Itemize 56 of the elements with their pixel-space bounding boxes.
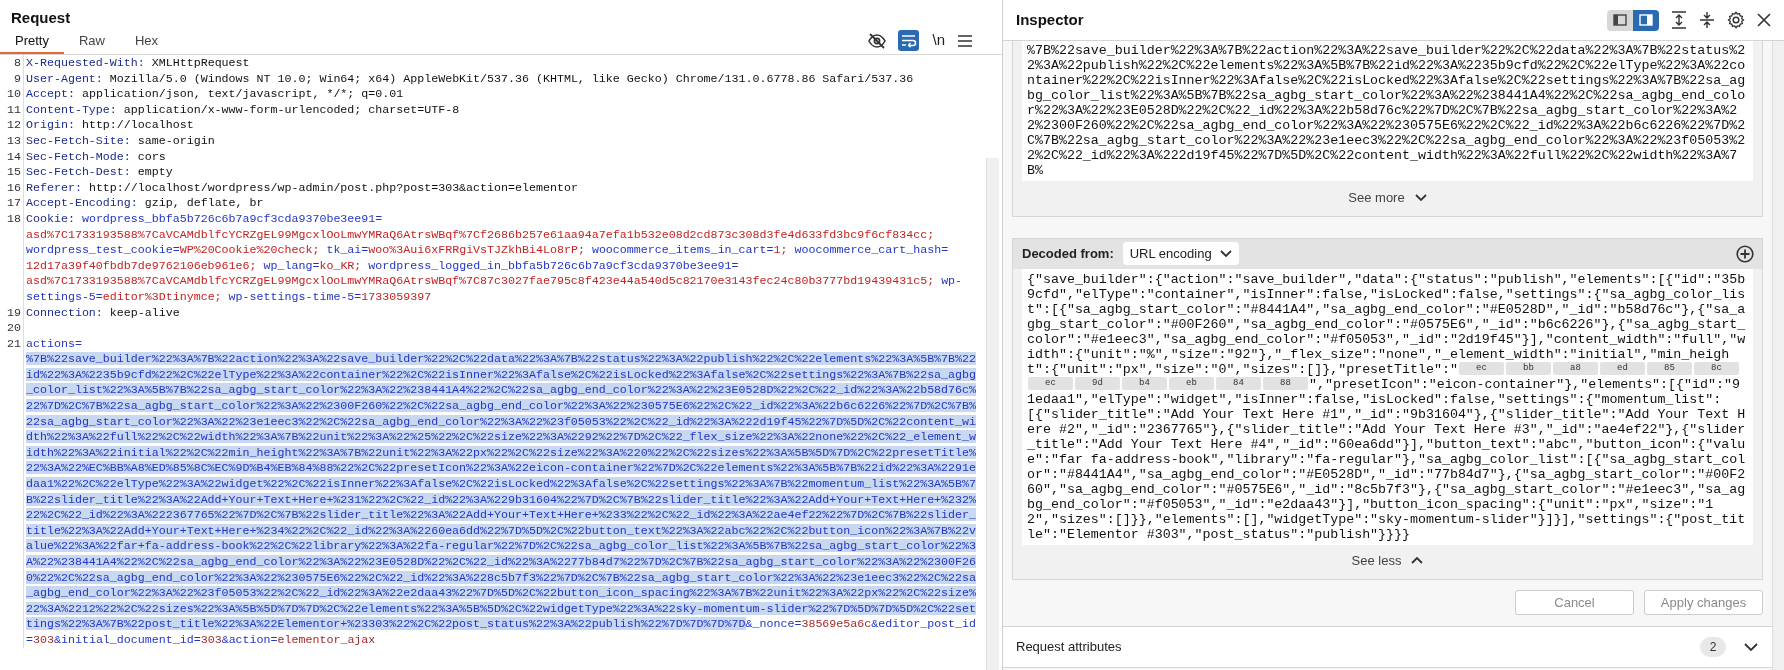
panel-layout-icon	[1613, 14, 1627, 26]
chevron-up-icon	[1411, 556, 1424, 565]
see-more-button[interactable]: See more	[1348, 188, 1427, 208]
code-line: X-Requested-With: XMLHttpRequest	[25, 55, 251, 71]
panel-title: Inspector	[1016, 9, 1084, 30]
code-line: Content-Type: application/x-www-form-urlencoded; charset=UTF-8	[25, 101, 461, 118]
menu-icon[interactable]	[958, 34, 972, 47]
line-number: 15	[7, 165, 21, 179]
layout-toggle[interactable]	[1633, 9, 1659, 31]
line-number: 19	[7, 305, 21, 319]
tab[interactable]: Raw	[63, 30, 120, 54]
layout-toggle[interactable]	[1607, 9, 1633, 31]
close-icon[interactable]	[1757, 13, 1771, 27]
newline-toggle[interactable]: \n	[930, 29, 947, 52]
settings-icon[interactable]	[1727, 11, 1745, 29]
line-number: 8	[14, 56, 21, 69]
line-number: 16	[7, 180, 21, 194]
eye-slash-icon[interactable]	[867, 30, 888, 51]
add-icon[interactable]	[1736, 244, 1754, 263]
code-line: Sec-Fetch-Site: same-origin	[25, 132, 216, 149]
tab[interactable]: Pretty	[0, 30, 64, 54]
line-number: 13	[7, 133, 21, 147]
code-line: Origin: http://localhost	[25, 117, 195, 133]
section-label: Decoded from:	[1022, 244, 1114, 263]
code-line: Sec-Fetch-Dest: empty	[25, 164, 174, 180]
encoded-text: %7B%22save_builder%22%3A%7B%22action%22%3A%22save_builder%22%2C%22data%22%3A%7B%22status%22%3A%22publish%22%2C%22elements%22%3A%5B%7B%22id%22%3A%2235b9cfd%22%2C%22elType%22%3A%22container%22%2C%22isInner%22%3Afalse%2C%22isLocked%22%3Afalse%2C%22settings%22%3A%7B%22sa_agbg_color_list%22%3A%5B%7B%22sa_agbg_start_color%22%3A%22%238441A4%22%2C%22sa_agbg_end_color%22%3A%22%23E0528D%22%2C%22_id%22%3A%22b58d76c%22%7D%2C%7B%22sa_agbg_start_color%22%3A%22%2300F260%22%2C%22sa_agbg_end_color%22%3A%22%230575E6%22%2C%22_id%22%3A%22b6c6226%22%7D%2C%7B%22sa_agbg_start_color%22%3A%22%23e1eec3%22%2C%22sa_agbg_end_color%22%3A%22%23f05053%22%2C%22_id%22%3A%222d19f45%22%7D%5D%2C%22content_width%22%3A%22full%22%2C%22width%22%3A%7B%	[1027, 43, 1747, 178]
chevron-down-icon	[1219, 249, 1232, 258]
line-number: 20	[7, 321, 21, 335]
panel-layout-icon	[1639, 14, 1653, 26]
line-number: 9	[14, 71, 21, 85]
line-number: 12	[7, 118, 21, 132]
code-line: Connection: keep-alive	[25, 304, 181, 321]
panel-title: Request	[10, 8, 72, 28]
line-number: 21	[7, 336, 21, 350]
decoded-text: {"save_builder":{"action":"save_builder","data":{"status":"publish","elements":[{"id":"35b9cfd","elType":"container","isInner":false,"isLocked":false,"settings":{"sa_agbg_color_list":[{"sa_agbg_start_color":"#8441A4","sa_agbg_end_color":"#E0528D","_id":"b58d76c"},{"sa_agbg_start_color":"#00F260","sa_agbg_end_color":"#0575E6","_id":"b6c6226"},{"sa_agbg_start_color":"#e1eec3","sa_agbg_end_color":"#f05053","_id":"2d19f45"}],"content_width":"full","width":{"unit":"%","size":"92"},"_flex_size":"none","_element_width":"initial","min_height":{"unit":"px","size":"0","sizes":[]},"presetTitle":" ec bb a8 ed 85 8c ec 9d b4 eb 84 88 ","presetIcon":"eicon-container"},"elements":[{"id":"91edaa1","elType":"widget","isInner":false,"isLocked":false,"settings":{"momentum_list":[{"slider_title":"Add Your Text Here #1","_id":"9b31604"},{"slider_title":"Add Your Text Here #2","_id":"2367765"},{"slider_title":"Add Your Text Here #3","_id":"ae4ef22"},{"slider_title":"Add Your Text Here #4","_id":"60ea6dd"}],"button_text":"abc","button_icon":{"value":"far fa-address-book","library":"fa-regular"},"sa_agbg_color_list":[{"sa_agbg_start_color":"#8441A4","sa_agbg_end_color":"#E0528D","_id":"77b84d7"},{"sa_agbg_start_color":"#00F260","sa_agbg_end_color":"#0575E6","_id":"8c5b7f3"},{"sa_agbg_start_color":"#e1eec3","sa_agbg_end_color":"#f05053","_id":"e2daa43"}],"button_icon_spacing":{"unit":"px","size":"12","sizes":[]}},"elements":[],"widgetType":"sky-momentum-slider"}]}],"settings":{"post_title":"Elementor #303","post_status":"publish"}}}}	[1027, 271, 1747, 542]
line-number: 14	[7, 149, 21, 163]
line-number: 10	[7, 87, 21, 101]
section-label: Request attributes	[1016, 638, 1122, 657]
tab[interactable]: Hex	[120, 30, 174, 54]
code-line: Accept-Encoding: gzip, deflate, br	[25, 195, 265, 211]
chevron-down-icon[interactable]	[1744, 642, 1758, 652]
code-line: Sec-Fetch-Mode: cors	[25, 148, 167, 165]
encoding-dropdown[interactable]: URL encoding	[1122, 242, 1239, 265]
code-line: Cookie: wordpress_bbfa5b726c6b7a9cf3cda9370be3ee91= asd%7C1733193588%7CaVCAMdblfcYCRZgEL99MgcxlOoLmwYMRaQ6AtrsWBqf%7Cf2686b257e61aa94a7efa1b532e08d2cd873c308d3fe4d633fd3bc9f6cf834cc; wordpress_test_cookie=WP%20Cookie%20check; tk_ai=woo%3Aui6xFRRgiVsTJZkhBi4Lo8rP; woocommerce_items_in_cart=1; woocommerce_cart_hash= 12d17a39f40fbdb7de9762106eb961e6; wp_lang=ko_KR; wordpress_logged_in_bbfa5b726c6b7a9cf3cda9370be3ee91= asd%7C1733193588%7CaVCAMdblfcYCRZgEL99MgcxlOoLmwYMRaQ6AtrsWBqf%7C87c3027fae795c8f423e44a540d5c82170e3143fec24c80b3777bd19439431c5; wp-settings-5=editor%3Dtinymce; wp-settings-time-5=1733059397	[25, 210, 964, 305]
count-badge: 2	[1700, 637, 1726, 657]
chevron-down-icon	[1414, 193, 1427, 202]
expand-icon[interactable]	[1671, 11, 1687, 29]
line-number: 11	[7, 102, 21, 116]
collapse-icon[interactable]	[1699, 11, 1715, 29]
code-line: Accept: application/json, text/javascript, */*; q=0.01	[25, 86, 405, 102]
code-line: Referer: http://localhost/wordpress/wp-admin/post.php?post=303&action=elementor	[25, 179, 579, 196]
line-number: 18	[7, 211, 21, 225]
code-line: User-Agent: Mozilla/5.0 (Windows NT 10.0; Win64; x64) AppleWebKit/537.36 (KHTML, like Gecko) Chrome/131.0.6778.86 Safari/537.36	[25, 70, 915, 87]
see-less-button[interactable]: See less	[1351, 550, 1424, 570]
wrap-lines-icon[interactable]	[898, 30, 920, 51]
line-number: 17	[7, 196, 21, 210]
